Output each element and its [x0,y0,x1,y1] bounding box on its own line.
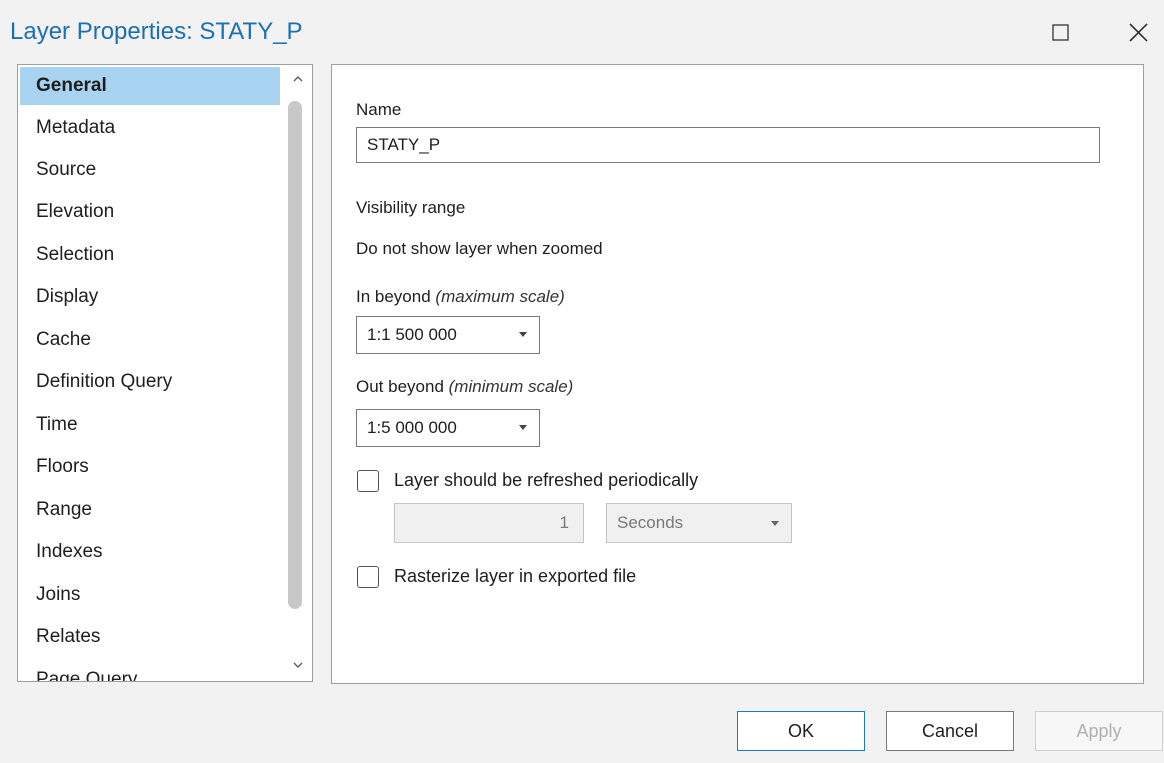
close-icon [1129,23,1148,42]
dropdown-arrow-icon [519,332,527,337]
general-page: Name STATY_P Visibility range Do not sho… [331,64,1144,684]
ok-button[interactable]: OK [737,711,865,751]
in-beyond-scale-dropdown[interactable]: 1:1 500 000 [356,316,540,354]
dropdown-arrow-icon [771,521,779,526]
maximize-icon [1052,24,1069,41]
nav-item-metadata[interactable]: Metadata [20,109,280,147]
maximize-button[interactable] [1048,20,1074,46]
nav-item-elevation[interactable]: Elevation [20,193,280,231]
nav-item-definition-query[interactable]: Definition Query [20,363,280,401]
out-beyond-scale-dropdown[interactable]: 1:5 000 000 [356,409,540,447]
in-beyond-hint: (maximum scale) [435,287,565,306]
refresh-unit-value: Seconds [617,513,684,532]
refresh-checkbox[interactable] [357,470,379,492]
nav-item-cache[interactable]: Cache [20,321,280,359]
rasterize-checkbox[interactable] [357,566,379,588]
name-label: Name [356,100,402,119]
chevron-down-icon [293,662,303,668]
nav-item-joins[interactable]: Joins [20,576,280,614]
scroll-up-button[interactable] [286,69,310,89]
close-button[interactable] [1126,20,1152,46]
dropdown-arrow-icon [519,425,527,430]
nav-item-source[interactable]: Source [20,151,280,189]
zoom-description: Do not show layer when zoomed [356,239,603,258]
out-beyond-text: Out beyond [356,377,444,396]
chevron-up-icon [293,76,303,82]
dialog-title: Layer Properties: STATY_P [10,18,303,45]
nav-item-page-query[interactable]: Page Query [20,661,280,681]
visibility-range-heading: Visibility range [356,198,466,217]
nav-item-time[interactable]: Time [20,406,280,444]
in-beyond-label: In beyond (maximum scale) [356,287,565,307]
nav-item-indexes[interactable]: Indexes [20,533,280,571]
in-beyond-text: In beyond [356,287,431,306]
name-input[interactable]: STATY_P [356,127,1100,163]
nav-item-display[interactable]: Display [20,278,280,316]
nav-item-general[interactable]: General [20,67,280,105]
nav-item-relates[interactable]: Relates [20,618,280,656]
property-pages-list: General Metadata Source Elevation Selection D… [17,64,313,682]
out-beyond-hint: (minimum scale) [448,377,574,396]
apply-button[interactable]: Apply [1035,711,1163,751]
refresh-unit-dropdown[interactable]: Seconds [606,503,792,543]
rasterize-label: Rasterize layer in exported file [394,566,637,586]
out-beyond-scale-value: 1:5 000 000 [367,418,457,437]
nav-item-selection[interactable]: Selection [20,236,280,274]
nav-item-floors[interactable]: Floors [20,448,280,486]
scroll-down-button[interactable] [286,655,310,675]
refresh-interval-input[interactable]: 1 [394,503,584,543]
scrollbar-thumb[interactable] [288,101,302,609]
refresh-label: Layer should be refreshed periodically [394,470,699,490]
in-beyond-scale-value: 1:1 500 000 [367,325,457,344]
out-beyond-label: Out beyond (minimum scale) [356,377,573,397]
cancel-button[interactable]: Cancel [886,711,1014,751]
nav-item-range[interactable]: Range [20,491,280,529]
